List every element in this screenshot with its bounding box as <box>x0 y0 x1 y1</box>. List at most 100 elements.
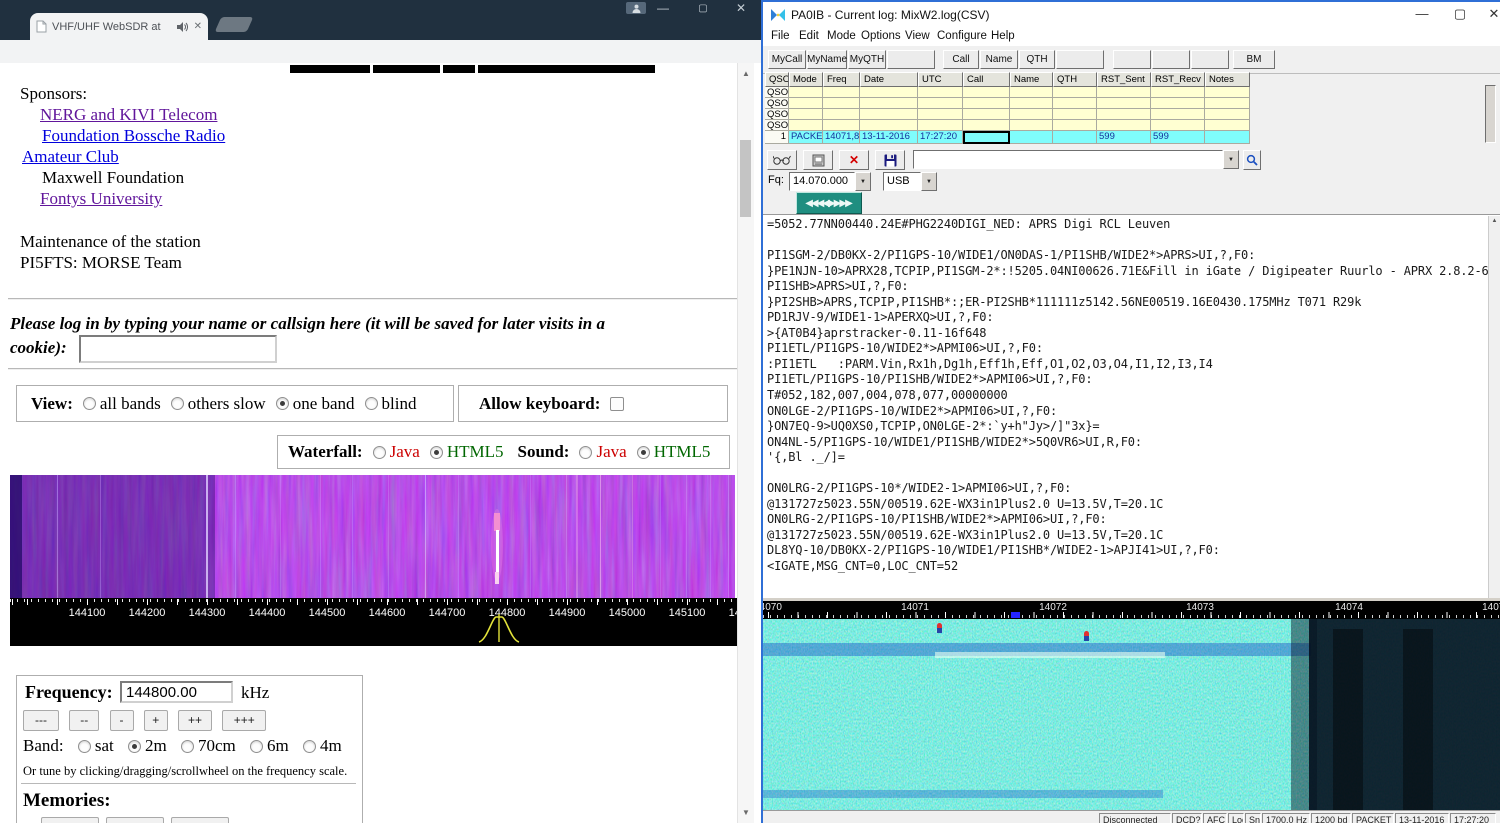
bm-button[interactable]: BM <box>1233 50 1275 69</box>
cell-date[interactable]: 13-11-2016 <box>860 131 918 144</box>
new-tab-button[interactable] <box>215 17 254 32</box>
scroll-up-icon[interactable]: ▲ <box>1489 216 1500 224</box>
memory-button[interactable] <box>41 817 99 823</box>
chevron-down-icon[interactable]: ▼ <box>855 172 871 191</box>
log-scrollbar[interactable] <box>1485 85 1496 143</box>
radio-waterfall-html5[interactable] <box>430 446 443 459</box>
menu-help[interactable]: Help <box>991 30 1015 42</box>
mixw-titlebar[interactable]: PA0IB - Current log: MixW2.log(CSV) — ▢ … <box>763 2 1500 27</box>
col-header[interactable]: Name <box>1010 72 1053 87</box>
websdr-waterfall-image[interactable] <box>10 475 735 598</box>
qth-button[interactable]: QTH <box>1019 50 1055 69</box>
fq-value[interactable]: 14.070.000 <box>789 172 855 191</box>
menu-view[interactable]: View <box>905 30 930 42</box>
callsign-combo-field[interactable] <box>913 150 1223 169</box>
cell-mode[interactable]: PACKET <box>789 131 823 144</box>
sponsor-link-bossche-2[interactable]: Amateur Club <box>22 147 119 166</box>
radio-label[interactable]: 2m <box>145 736 167 755</box>
scrollbar-thumb[interactable] <box>740 140 751 217</box>
radio-band-6m[interactable] <box>250 740 263 753</box>
mode-combo[interactable]: USB ▼ <box>883 172 937 191</box>
radio-sound-html5[interactable] <box>637 446 650 459</box>
step-up-2-button[interactable]: ++ <box>178 710 212 731</box>
menu-options[interactable]: Options <box>861 30 901 42</box>
browser-minimize-button[interactable]: — <box>655 1 671 15</box>
radio-label[interactable]: HTML5 <box>654 442 711 462</box>
frequency-input[interactable] <box>120 681 233 703</box>
station-marker-icon[interactable] <box>937 623 942 633</box>
step-down-1-button[interactable]: - <box>110 710 134 731</box>
radio-band-sat[interactable] <box>78 740 91 753</box>
radio-waterfall-java[interactable] <box>373 446 386 459</box>
status-snap[interactable]: Snap <box>1245 813 1261 823</box>
passband-marker-icon[interactable] <box>469 614 529 644</box>
menu-file[interactable]: File <box>771 30 790 42</box>
col-header[interactable]: Date <box>860 72 918 87</box>
step-up-1-button[interactable]: + <box>144 710 168 731</box>
radio-label[interactable]: 70cm <box>198 736 236 755</box>
step-down-2-button[interactable]: -- <box>69 710 99 731</box>
mycall-button[interactable]: MyCall <box>768 50 806 69</box>
cell-qth[interactable] <box>1053 131 1097 144</box>
mixw-minimize-button[interactable]: — <box>1413 6 1431 21</box>
frequency-scale[interactable]: 144100 144200 144300 144400 144500 14460… <box>10 598 745 646</box>
cell-utc[interactable]: 17:27:20 <box>918 131 963 144</box>
save-button[interactable] <box>875 150 905 170</box>
radio-band-4m[interactable] <box>303 740 316 753</box>
col-header[interactable]: UTC <box>918 72 963 87</box>
menu-edit[interactable]: Edit <box>799 30 819 42</box>
col-header[interactable]: RST_Recv <box>1151 72 1205 87</box>
memory-button[interactable] <box>171 817 229 823</box>
log-empty-row[interactable]: QSO <box>765 109 1252 120</box>
step-up-3-button[interactable]: +++ <box>222 710 266 731</box>
step-down-3-button[interactable]: --- <box>23 710 59 731</box>
fq-combo[interactable]: 14.070.000 ▼ <box>789 172 871 191</box>
col-header[interactable]: Notes <box>1205 72 1250 87</box>
callsign-input[interactable] <box>79 335 277 363</box>
col-header[interactable]: Mode <box>789 72 823 87</box>
call-button[interactable]: Call <box>943 50 979 69</box>
scroll-up-icon[interactable]: ▲ <box>738 69 754 78</box>
mixw-maximize-button[interactable]: ▢ <box>1451 6 1469 22</box>
radio-label[interactable]: others slow <box>188 394 266 414</box>
myqth-button[interactable]: MyQTH <box>848 50 886 69</box>
myname-button[interactable]: MyName <box>807 50 847 69</box>
radio-view-blind[interactable] <box>365 397 378 410</box>
blank-button[interactable] <box>1056 50 1104 69</box>
blank-button[interactable] <box>1191 50 1229 69</box>
radio-label[interactable]: all bands <box>100 394 161 414</box>
radio-label[interactable]: Java <box>390 442 420 462</box>
col-header[interactable]: Call <box>963 72 1010 87</box>
radio-label[interactable]: sat <box>95 736 114 755</box>
seek-buttons[interactable]: ◀◀◀◀▶▶▶▶ <box>796 192 862 214</box>
sponsor-link-nerg[interactable]: NERG and KIVI Telecom <box>40 105 217 124</box>
radio-label[interactable]: one band <box>293 394 355 414</box>
cell-notes[interactable] <box>1205 131 1250 144</box>
status-lock[interactable]: Lock <box>1228 813 1244 823</box>
sponsor-link-bossche-1[interactable]: Foundation Bossche Radio <box>42 126 225 145</box>
logbook-button[interactable] <box>803 150 833 170</box>
blank-button[interactable] <box>1152 50 1190 69</box>
mixw-close-button[interactable]: ✕ <box>1485 6 1500 22</box>
radio-view-others-slow[interactable] <box>171 397 184 410</box>
log-empty-row[interactable]: QSO <box>765 120 1252 131</box>
browser-tab[interactable]: VHF/UHF WebSDR at ✕ <box>30 13 208 40</box>
blank-button[interactable] <box>887 50 935 69</box>
station-marker-icon[interactable] <box>1084 631 1089 641</box>
col-header[interactable]: Freq <box>823 72 860 87</box>
browser-maximize-button[interactable]: ▢ <box>695 3 711 14</box>
radio-label[interactable]: HTML5 <box>447 442 504 462</box>
chevron-down-icon[interactable]: ▼ <box>1223 150 1239 169</box>
tab-close-icon[interactable]: ✕ <box>194 21 202 32</box>
page-scrollbar[interactable]: ▲ ▼ <box>737 63 754 823</box>
blank-button[interactable] <box>1113 50 1151 69</box>
memory-button[interactable] <box>106 817 164 823</box>
radio-band-2m[interactable] <box>128 740 141 753</box>
status-afc[interactable]: AFC <box>1203 813 1227 823</box>
radio-label[interactable]: blind <box>382 394 417 414</box>
scroll-down-icon[interactable]: ▼ <box>738 808 754 817</box>
mixw-waterfall-image[interactable] <box>763 619 1500 810</box>
cell-rst-sent[interactable]: 599 <box>1097 131 1151 144</box>
allow-keyboard-checkbox[interactable] <box>610 397 624 411</box>
mode-value[interactable]: USB <box>883 172 921 191</box>
